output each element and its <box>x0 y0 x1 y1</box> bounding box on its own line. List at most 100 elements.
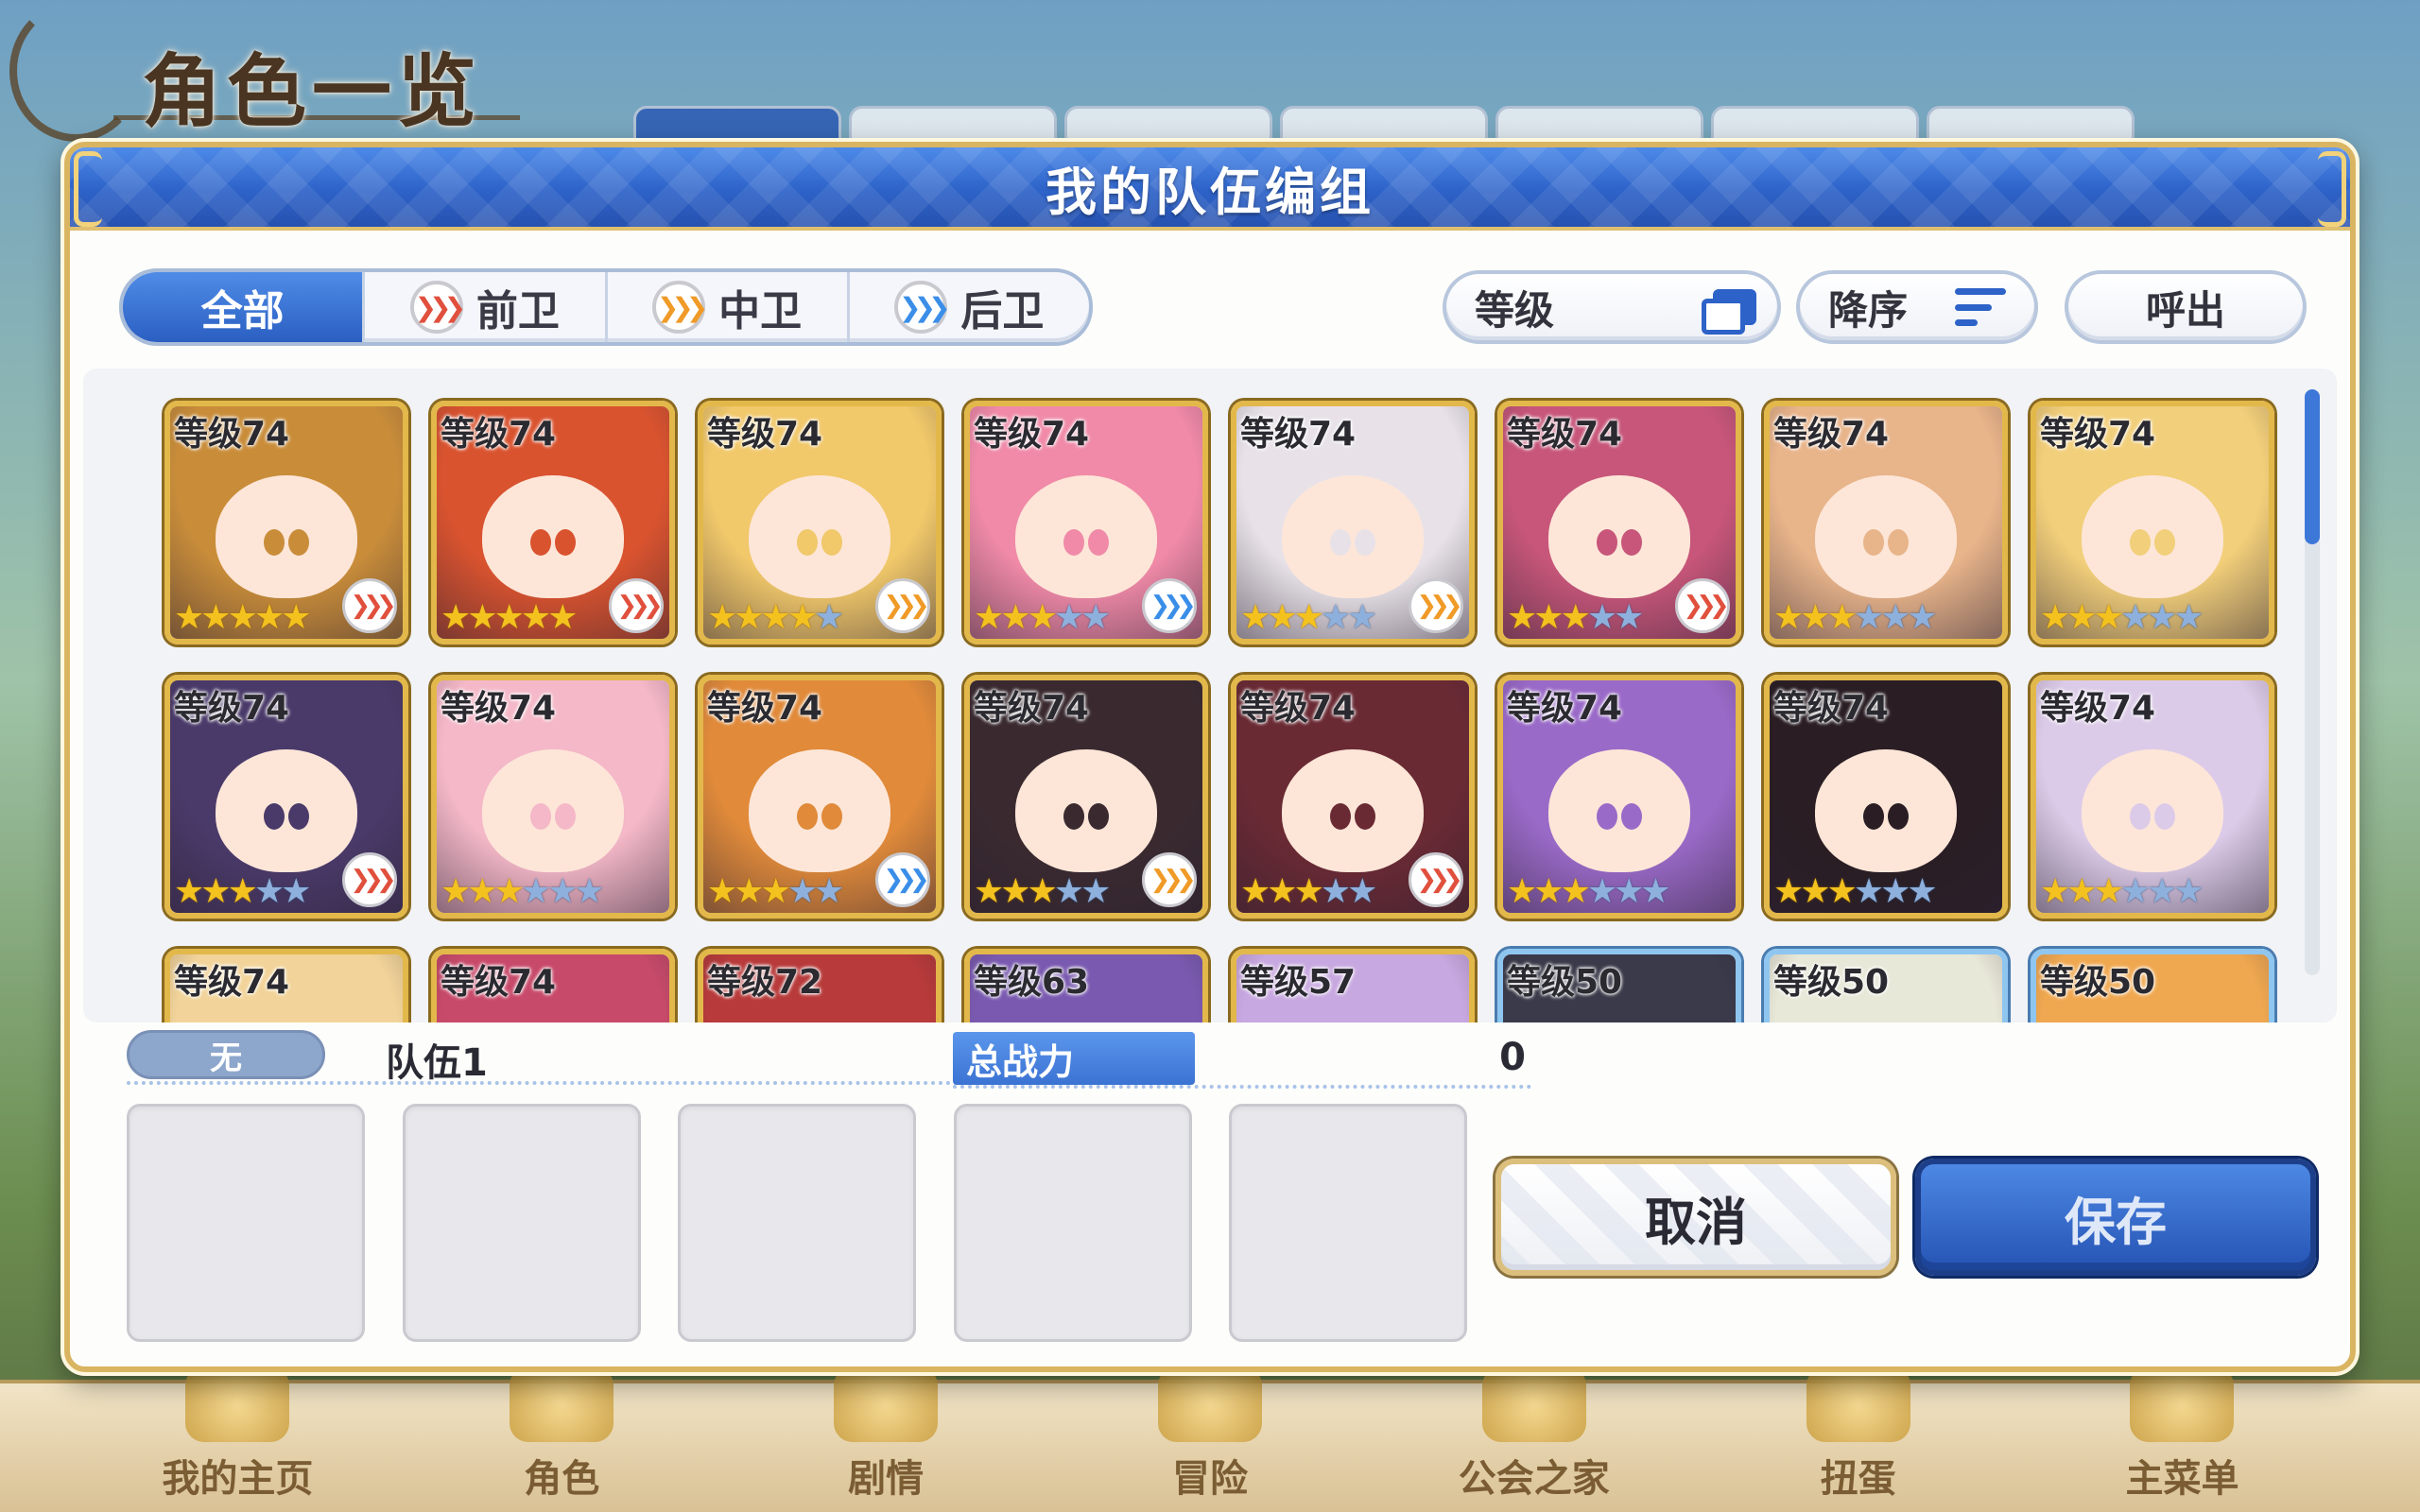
tab-back[interactable]: ❯❯❯ 后卫 <box>850 272 1089 342</box>
character-grid: 等级74 ★ ★ ★ ★ ★ ❯❯❯ 等级74 ★ ★ ★ ★ ★ ❯❯❯ 等级74 ★ ★ ★ ★ ★ ❯❯❯ 等级74… <box>164 401 2274 1022</box>
character-level: 等级74 <box>1507 415 1623 454</box>
tab-label: 前卫 <box>475 287 560 335</box>
tab-front[interactable]: ❯❯❯ 前卫 <box>365 272 608 342</box>
character-list-scrollbar[interactable] <box>2305 389 2320 975</box>
portrait-face <box>1015 474 1157 598</box>
character-card[interactable]: 等级74 ★ ★ ★ ★ ★ ❯❯❯ <box>964 401 1208 644</box>
team-slot-1[interactable] <box>127 1104 365 1342</box>
portrait-eye <box>530 802 551 830</box>
character-level: 等级74 <box>974 689 1090 728</box>
character-card[interactable]: 等级74★★★★★ <box>164 949 408 1022</box>
character-card[interactable]: 等级74 ★ ★ ★ ★ ★ ❯❯❯ <box>1231 401 1475 644</box>
menu-icon <box>2130 1366 2235 1442</box>
nav-label: 角色 <box>524 1457 600 1501</box>
character-card[interactable]: 等级74 ★ ★ ★ ★ ★ ❯❯❯ <box>1231 675 1475 919</box>
character-card[interactable]: 等级57★★★★★ <box>1231 949 1475 1022</box>
character-card[interactable]: 等级50★★★★★ <box>1497 949 1741 1022</box>
star-icon: ★ <box>520 872 551 911</box>
cancel-button[interactable]: 取消 <box>1495 1159 1896 1276</box>
star-icon: ★ <box>227 872 258 911</box>
scrollbar-thumb[interactable] <box>2305 389 2320 544</box>
home-icon <box>185 1366 290 1442</box>
nav-label: 剧情 <box>848 1457 925 1501</box>
tab-all[interactable]: 全部 <box>123 272 366 342</box>
order-label: 降序 <box>1828 286 1909 334</box>
portrait-eye <box>1330 802 1351 830</box>
character-card[interactable]: 等级74 ★ ★ ★ ★ ★ ★ <box>1497 675 1741 919</box>
recall-button[interactable]: 呼出 <box>2065 270 2307 344</box>
star-rating: ★ ★ ★ ★ ★ ★ <box>2040 872 2204 911</box>
character-card[interactable]: 等级74 ★ ★ ★ ★ ★ ❯❯❯ <box>164 401 408 644</box>
portrait-eye <box>2130 528 2151 556</box>
portrait-eye <box>1863 528 1884 556</box>
character-card[interactable]: 等级74★★★★★ <box>431 949 675 1022</box>
character-card[interactable]: 等级74 ★ ★ ★ ★ ★ ❯❯❯ <box>1497 401 1741 644</box>
character-level: 等级74 <box>441 689 557 728</box>
character-card[interactable]: 等级74 ★ ★ ★ ★ ★ ★ <box>1764 675 2008 919</box>
portrait-face <box>482 474 624 598</box>
front-position-icon: ❯❯❯ <box>342 852 397 907</box>
nav-item-gacha: 扭蛋 <box>1764 1366 1953 1503</box>
portrait-face <box>1015 748 1157 872</box>
portrait-face <box>216 748 357 872</box>
character-card[interactable]: 等级74 ★ ★ ★ ★ ★ ★ <box>1764 401 2008 644</box>
team-slot-2[interactable] <box>403 1104 641 1342</box>
portrait-face <box>749 474 890 598</box>
star-icon: ★ <box>2147 598 2177 637</box>
character-list[interactable]: 等级74 ★ ★ ★ ★ ★ ❯❯❯ 等级74 ★ ★ ★ ★ ★ ❯❯❯ 等级74 ★ ★ ★ ★ ★ ❯❯❯ 等级74… <box>83 369 2337 1022</box>
nav-item-main-menu: 主菜单 <box>2087 1366 2276 1503</box>
star-rating: ★ ★ ★ ★ ★ ★ <box>441 872 605 911</box>
tab-middle[interactable]: ❯❯❯ 中卫 <box>608 272 850 342</box>
character-level: 等级50 <box>1773 963 1890 1002</box>
character-card[interactable]: 等级74 ★ ★ ★ ★ ★ ❯❯❯ <box>431 401 675 644</box>
character-card[interactable]: 等级72★★★★★ <box>698 949 942 1022</box>
star-rating: ★ ★ ★ ★ ★ ★ <box>1507 872 1671 911</box>
character-icon <box>510 1366 614 1442</box>
corner-ornament <box>74 151 102 227</box>
character-card[interactable]: 等级74 ★ ★ ★ ★ ★ ❯❯❯ <box>164 675 408 919</box>
character-card[interactable]: 等级74 ★ ★ ★ ★ ★ ❯❯❯ <box>698 401 942 644</box>
character-card[interactable]: 等级74 ★ ★ ★ ★ ★ ❯❯❯ <box>698 675 942 919</box>
star-icon: ★ <box>1533 872 1564 911</box>
star-icon: ★ <box>1027 598 1058 637</box>
portrait-eye <box>1597 528 1617 556</box>
nav-item-home: 我的主页 <box>143 1366 332 1503</box>
team-slot-4[interactable] <box>954 1104 1192 1342</box>
character-card[interactable]: 等级74 ★ ★ ★ ★ ★ ★ <box>431 675 675 919</box>
star-icon: ★ <box>2066 872 2097 911</box>
character-card[interactable]: 等级50★★★★★ <box>1764 949 2008 1022</box>
character-card[interactable]: 等级63★★★★★ <box>964 949 1208 1022</box>
save-button[interactable]: 保存 <box>1915 1159 2316 1276</box>
sort-by-level-button[interactable]: 等级 <box>1443 270 1781 344</box>
divider <box>953 1085 1531 1089</box>
character-card[interactable]: 等级74 ★ ★ ★ ★ ★ ★ <box>2031 675 2274 919</box>
character-card[interactable]: 等级74 ★ ★ ★ ★ ★ ★ <box>2031 401 2274 644</box>
portrait-eye <box>797 802 818 830</box>
portrait-face <box>216 474 357 598</box>
character-level: 等级74 <box>974 415 1090 454</box>
portrait-face <box>1282 474 1424 598</box>
star-icon: ★ <box>1560 872 1591 911</box>
team-tag[interactable]: 无 <box>127 1030 325 1079</box>
sort-order-button[interactable]: 降序 <box>1796 270 2038 344</box>
team-slot-5[interactable] <box>1229 1104 1467 1342</box>
star-icon: ★ <box>467 872 497 911</box>
middle-arrows-icon: ❯❯❯ <box>652 281 708 334</box>
character-level: 等级74 <box>441 963 557 1002</box>
star-icon: ★ <box>1853 872 1884 911</box>
star-rating: ★ ★ ★ ★ ★ <box>441 598 578 637</box>
star-icon: ★ <box>441 598 471 637</box>
background-page-title: 角色一览 <box>142 45 483 138</box>
star-rating: ★ ★ ★ ★ ★ <box>1240 601 1377 635</box>
character-card[interactable]: 等级50★★★★★ <box>2031 949 2274 1022</box>
character-card[interactable]: 等级74 ★ ★ ★ ★ ★ ❯❯❯ <box>964 675 1208 919</box>
portrait-eye <box>1597 802 1617 830</box>
star-rating: ★ ★ ★ ★ ★ ★ <box>1773 872 1938 911</box>
nav-item-adventure: 冒险 <box>1115 1366 1305 1503</box>
portrait-eye <box>821 802 842 830</box>
star-icon: ★ <box>2119 872 2151 911</box>
team-slot-3[interactable] <box>678 1104 916 1342</box>
star-icon: ★ <box>1053 598 1084 637</box>
star-icon: ★ <box>1880 872 1910 911</box>
middle-position-icon: ❯❯❯ <box>1409 578 1463 633</box>
